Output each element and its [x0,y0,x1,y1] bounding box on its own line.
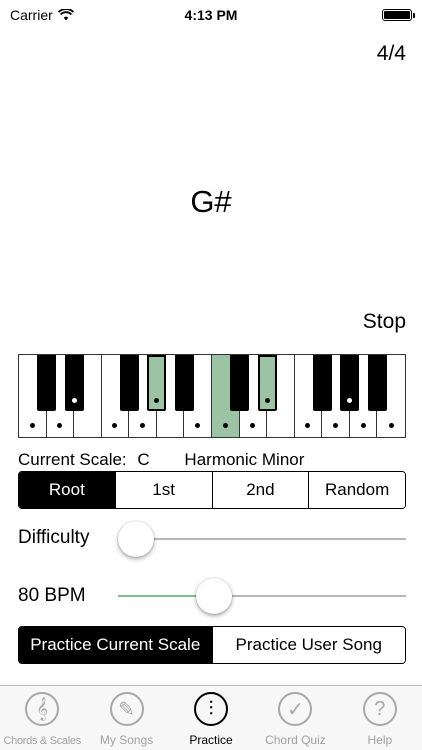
black-key[interactable] [119,355,139,411]
black-key[interactable] [340,355,360,411]
practice-mode-selector: Practice Current Scale Practice User Son… [18,626,406,664]
note-option-random[interactable]: Random [309,472,405,508]
key-marker [29,423,35,428]
pencil-icon: ✎ [109,692,144,726]
time-signature: 4/4 [376,42,406,65]
tab-label: Chords & Scales [3,735,81,747]
difficulty-label: Difficulty [18,527,90,548]
current-chord: G# [190,184,232,219]
piano-keyboard[interactable] [18,354,406,438]
tab-label: My Songs [99,733,154,747]
key-marker [388,423,394,428]
black-key[interactable] [64,355,84,411]
black-key[interactable] [230,355,250,411]
note-option-2nd[interactable]: 2nd [212,472,310,508]
stop-button[interactable]: Stop [363,310,406,334]
tab-label: Practice [189,733,233,747]
note-option-root[interactable]: Root [19,472,116,508]
tab-chord-quiz[interactable]: ✓ Chord Quiz [253,686,337,750]
checkmark-icon: ✓ [278,692,313,726]
key-marker [71,398,77,403]
difficulty-track [118,538,406,540]
key-marker [264,398,270,403]
key-marker [154,398,160,403]
tab-practice[interactable]: ⫶ Practice [169,686,253,750]
current-scale: Current Scale: C Harmonic Minor [18,450,304,470]
tab-help[interactable]: ? Help [338,686,422,750]
key-marker [112,423,118,428]
black-key[interactable] [37,355,57,411]
key-marker [347,398,353,403]
current-scale-label: Current Scale: [18,450,127,469]
key-marker [140,423,146,428]
key-marker [305,423,311,428]
tempo-slider[interactable] [118,578,406,614]
note-selector: Root 1st 2nd Random [18,471,406,509]
black-key[interactable] [312,355,332,411]
tab-label: Chord Quiz [265,733,326,747]
metronome-icon: ⫶ [194,692,229,726]
current-scale-type: Harmonic Minor [184,450,305,469]
black-key[interactable] [257,355,277,411]
key-marker [360,423,366,428]
battery-icon [382,9,415,21]
tempo-knob[interactable] [196,578,233,614]
tab-label: Help [367,733,393,747]
current-scale-root: C [137,450,150,469]
practice-current-scale-option[interactable]: Practice Current Scale [19,627,213,663]
treble-clef-icon: 𝄞 [25,692,60,726]
tempo-label: 80 BPM [18,585,86,606]
status-bar: Carrier 4:13 PM [0,0,422,30]
black-key[interactable] [367,355,387,411]
difficulty-slider[interactable] [118,521,406,557]
key-marker [57,423,63,428]
key-marker [222,423,228,428]
question-icon: ? [362,692,397,726]
tab-bar: 𝄞 Chords & Scales ✎ My Songs ⫶ Practice … [0,685,422,750]
key-marker [195,423,201,428]
tab-chords-scales[interactable]: 𝄞 Chords & Scales [0,686,84,750]
status-time: 4:13 PM [184,7,238,23]
note-option-1st[interactable]: 1st [115,472,213,508]
key-marker [250,423,256,428]
difficulty-knob[interactable] [118,521,154,557]
black-key[interactable] [174,355,194,411]
key-marker [333,423,339,428]
practice-user-song-option[interactable]: Practice User Song [212,627,405,663]
black-key[interactable] [147,355,167,411]
tab-my-songs[interactable]: ✎ My Songs [84,686,168,750]
